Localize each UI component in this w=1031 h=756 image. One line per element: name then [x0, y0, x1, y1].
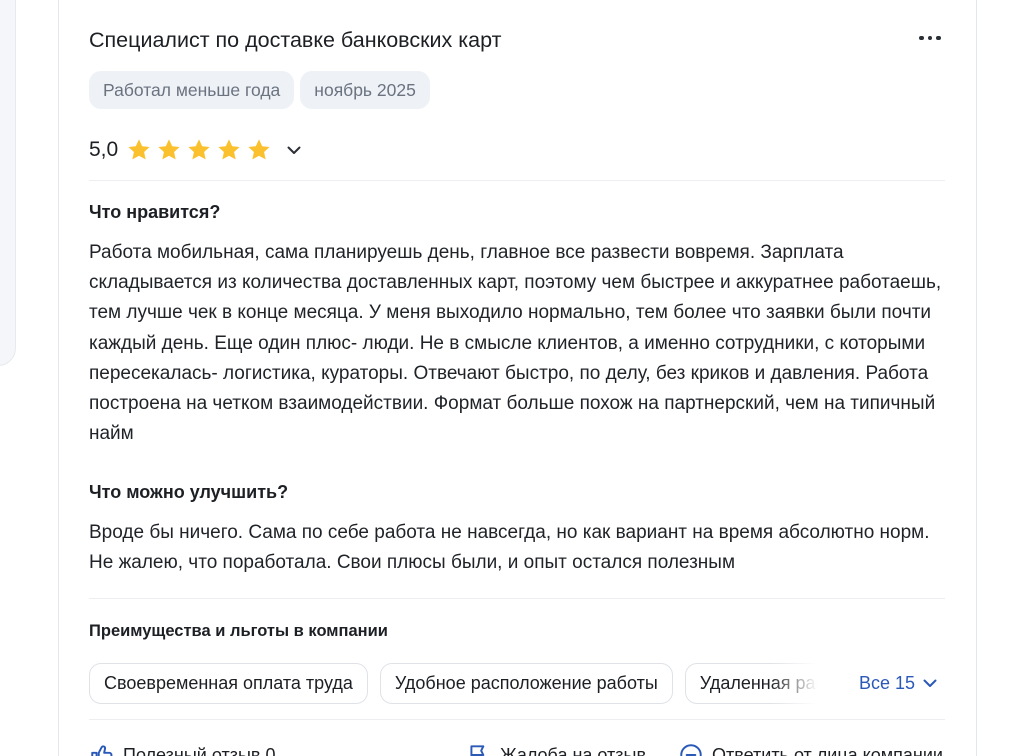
star-icon	[218, 139, 240, 160]
helpful-label: Полезный отзыв 0	[123, 744, 276, 756]
reply-button[interactable]: Ответить от лица компании	[678, 742, 943, 756]
thumbs-up-icon	[91, 745, 113, 756]
benefits-heading: Преимущества и льготы в компании	[89, 622, 388, 640]
more-options-icon[interactable]	[914, 28, 946, 48]
benefits-list: Своевременная оплата труда Удобное распо…	[89, 663, 822, 705]
complaint-button[interactable]: Жалоба на отзыв	[466, 742, 646, 756]
chevron-down-icon	[923, 679, 937, 687]
tag-work-duration: Работал меньше года	[89, 71, 295, 109]
divider	[89, 598, 945, 599]
divider	[89, 719, 945, 720]
star-icon	[128, 139, 150, 160]
improve-heading: Что можно улучшить?	[89, 482, 289, 502]
benefit-chip: Удобное расположение работы	[379, 663, 673, 704]
rating-value: 5,0	[89, 138, 119, 161]
adjacent-panel	[0, 0, 16, 366]
helpful-button[interactable]: Полезный отзыв 0	[89, 742, 275, 756]
tag-review-date: ноябрь 2025	[300, 71, 430, 109]
rating-stars	[126, 137, 272, 163]
flag-icon	[470, 745, 485, 756]
reply-label: Ответить от лица компании	[712, 744, 943, 756]
benefit-chip: Своевременная оплата труда	[89, 663, 368, 704]
review-actions: Полезный отзыв 0 Жалоба на отзыв Ответит…	[0, 742, 1031, 756]
star-icon	[158, 139, 180, 160]
review-tags: Работал меньше года ноябрь 2025	[89, 71, 430, 109]
review-title: Специалист по доставке банковских карт	[89, 28, 502, 52]
rating-row: 5,0	[89, 137, 304, 163]
benefits-fade	[770, 663, 826, 705]
improve-text: Вроде бы ничего. Сама по себе работа не …	[89, 522, 930, 574]
likes-text: Работа мобильная, сама планируешь день, …	[89, 242, 942, 445]
star-icon	[248, 139, 270, 160]
complaint-label: Жалоба на отзыв	[500, 744, 647, 756]
star-icon	[188, 139, 210, 160]
rating-details-chevron-down-icon[interactable]	[284, 140, 304, 160]
divider	[89, 180, 945, 181]
show-all-benefits-button[interactable]: Все 15	[859, 673, 937, 694]
show-all-label: Все 15	[859, 673, 916, 693]
chat-bubble-icon	[680, 744, 702, 756]
likes-heading: Что нравится?	[89, 202, 221, 222]
